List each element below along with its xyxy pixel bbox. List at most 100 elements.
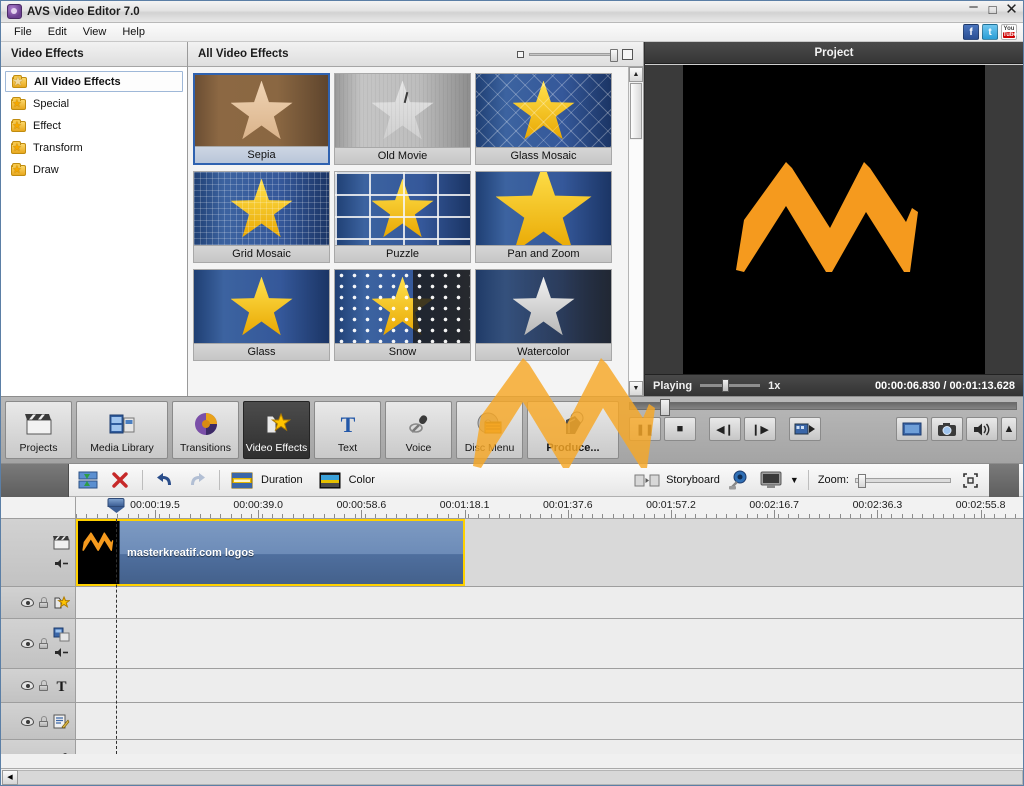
tab-disc-menu[interactable]: Disc Menu xyxy=(456,401,523,459)
lock-icon[interactable] xyxy=(39,638,48,649)
track-body-video[interactable]: masterkreatif.com logos xyxy=(76,519,1023,586)
effect-item-old-movie[interactable]: Old Movie xyxy=(334,73,471,165)
effect-item-snow[interactable]: Snow xyxy=(334,269,471,361)
voiceover-button[interactable] xyxy=(726,468,752,492)
delete-button[interactable] xyxy=(107,468,133,492)
menu-file[interactable]: File xyxy=(7,24,39,40)
timeline-horizontal-scrollbar[interactable]: ◀ xyxy=(1,768,1023,785)
clapperboard-icon xyxy=(53,535,70,550)
position-slider[interactable] xyxy=(629,399,1017,416)
scrollbar-thumb[interactable] xyxy=(630,83,642,139)
tab-video-effects[interactable]: Video Effects xyxy=(243,401,310,459)
scrollbar-track[interactable] xyxy=(629,140,643,381)
duration-button[interactable] xyxy=(229,468,255,492)
split-button[interactable] xyxy=(75,468,101,492)
render-preview-button[interactable] xyxy=(789,417,821,441)
previous-frame-button[interactable]: ◀❙ xyxy=(709,417,741,441)
pause-button[interactable]: ❚❚ xyxy=(629,417,661,441)
ruler-tick-minor xyxy=(964,514,965,518)
small-thumbnail-icon[interactable] xyxy=(517,50,524,58)
volume-expand-button[interactable]: ▲ xyxy=(1001,417,1017,441)
playhead-marker[interactable] xyxy=(107,498,125,513)
tab-media-library[interactable]: Media Library xyxy=(76,401,168,459)
zoom-slider-knob[interactable] xyxy=(858,473,866,488)
stop-button[interactable]: ■ xyxy=(664,417,696,441)
color-button[interactable] xyxy=(317,468,343,492)
twitter-icon[interactable]: t xyxy=(982,24,998,40)
facebook-icon[interactable]: f xyxy=(963,24,979,40)
track-body-video-effects[interactable] xyxy=(76,587,1023,618)
screen-capture-button[interactable] xyxy=(758,468,784,492)
sidebar-item-effect[interactable]: ★ Effect xyxy=(5,115,183,136)
minimize-button[interactable]: – xyxy=(966,1,981,18)
screen-dropdown-arrow[interactable]: ▼ xyxy=(790,475,799,485)
sidebar-item-transform[interactable]: ★ Transform xyxy=(5,137,183,158)
menu-view[interactable]: View xyxy=(76,24,114,40)
sidebar-item-draw[interactable]: ★ Draw xyxy=(5,159,183,180)
position-slider-knob[interactable] xyxy=(660,399,670,416)
lock-icon[interactable] xyxy=(39,680,48,691)
ruler-tick-minor xyxy=(716,514,717,518)
ruler-scale[interactable]: 00:00:19.5 00:00:39.0 00:00:58.6 00:01:18.1… xyxy=(76,497,1023,518)
redo-button[interactable] xyxy=(184,468,210,492)
effect-item-pan-and-zoom[interactable]: Pan and Zoom xyxy=(475,171,612,263)
track-body-text[interactable] xyxy=(76,669,1023,702)
fit-to-window-button[interactable] xyxy=(957,468,983,492)
visibility-eye-icon[interactable] xyxy=(21,639,34,648)
tab-projects[interactable]: Projects xyxy=(5,401,72,459)
fullscreen-button[interactable] xyxy=(896,417,928,441)
size-slider-track[interactable] xyxy=(529,48,618,62)
timeline-clip[interactable]: masterkreatif.com logos xyxy=(76,519,465,586)
scroll-down-button[interactable]: ▼ xyxy=(629,381,643,396)
effect-item-watercolor[interactable]: Watercolor xyxy=(475,269,612,361)
scroll-left-button[interactable]: ◀ xyxy=(2,769,18,785)
storyboard-label[interactable]: Storyboard xyxy=(666,474,720,486)
track-body-voice[interactable] xyxy=(76,740,1023,754)
track-body-video-audio[interactable] xyxy=(76,619,1023,668)
sidebar-item-special[interactable]: ★ Special xyxy=(5,93,183,114)
timeline-ruler[interactable]: 00:00:19.5 00:00:39.0 00:00:58.6 00:01:18.1… xyxy=(1,497,1023,519)
ruler-tick-minor xyxy=(365,514,366,518)
menu-bar: File Edit View Help f t You Tube xyxy=(1,23,1023,42)
effects-vertical-scrollbar[interactable]: ▲ ▼ xyxy=(628,67,643,396)
size-slider-knob[interactable] xyxy=(610,48,618,62)
effect-item-sepia[interactable]: Sepia xyxy=(193,73,330,165)
effect-item-puzzle[interactable]: Puzzle xyxy=(334,171,471,263)
large-thumbnail-icon[interactable] xyxy=(622,48,633,60)
sidebar-item-all-video-effects[interactable]: ★ All Video Effects xyxy=(5,71,183,92)
thumbnail-size-slider[interactable] xyxy=(517,48,633,62)
speaker-small-icon[interactable] xyxy=(53,556,70,571)
visibility-eye-icon[interactable] xyxy=(21,598,34,607)
visibility-eye-icon[interactable] xyxy=(21,716,34,726)
close-button[interactable]: ✕ xyxy=(1004,2,1019,18)
effect-item-glass-mosaic[interactable]: Glass Mosaic xyxy=(475,73,612,165)
tab-voice[interactable]: Voice xyxy=(385,401,452,459)
volume-button[interactable] xyxy=(966,417,998,441)
hscroll-track[interactable] xyxy=(18,769,1023,785)
storyboard-toggle-icon[interactable] xyxy=(634,468,660,492)
video-canvas[interactable] xyxy=(683,65,985,374)
snapshot-button[interactable] xyxy=(931,417,963,441)
track-body-credits[interactable] xyxy=(76,703,1023,739)
tab-transitions[interactable]: Transitions xyxy=(172,401,239,459)
speed-slider-knob[interactable] xyxy=(722,379,730,392)
speaker-small-icon[interactable] xyxy=(53,645,70,660)
maximize-button[interactable]: □ xyxy=(985,3,1000,18)
menu-help[interactable]: Help xyxy=(115,24,152,40)
tab-text[interactable]: T Text xyxy=(314,401,381,459)
effect-item-grid-mosaic[interactable]: Grid Mosaic xyxy=(193,171,330,263)
scroll-up-button[interactable]: ▲ xyxy=(629,67,643,82)
visibility-eye-icon[interactable] xyxy=(21,681,34,690)
speed-slider[interactable] xyxy=(700,379,761,392)
zoom-slider[interactable] xyxy=(855,473,951,488)
produce-icon xyxy=(559,409,587,439)
lock-icon[interactable] xyxy=(39,715,48,727)
next-frame-button[interactable]: ❙▶ xyxy=(744,417,776,441)
tab-produce[interactable]: Produce... xyxy=(527,401,619,459)
menu-edit[interactable]: Edit xyxy=(41,24,74,40)
effect-item-glass[interactable]: Glass xyxy=(193,269,330,361)
youtube-icon[interactable]: You Tube xyxy=(1001,24,1017,40)
preview-video-body[interactable] xyxy=(645,64,1023,374)
lock-icon[interactable] xyxy=(39,597,48,608)
undo-button[interactable] xyxy=(152,468,178,492)
